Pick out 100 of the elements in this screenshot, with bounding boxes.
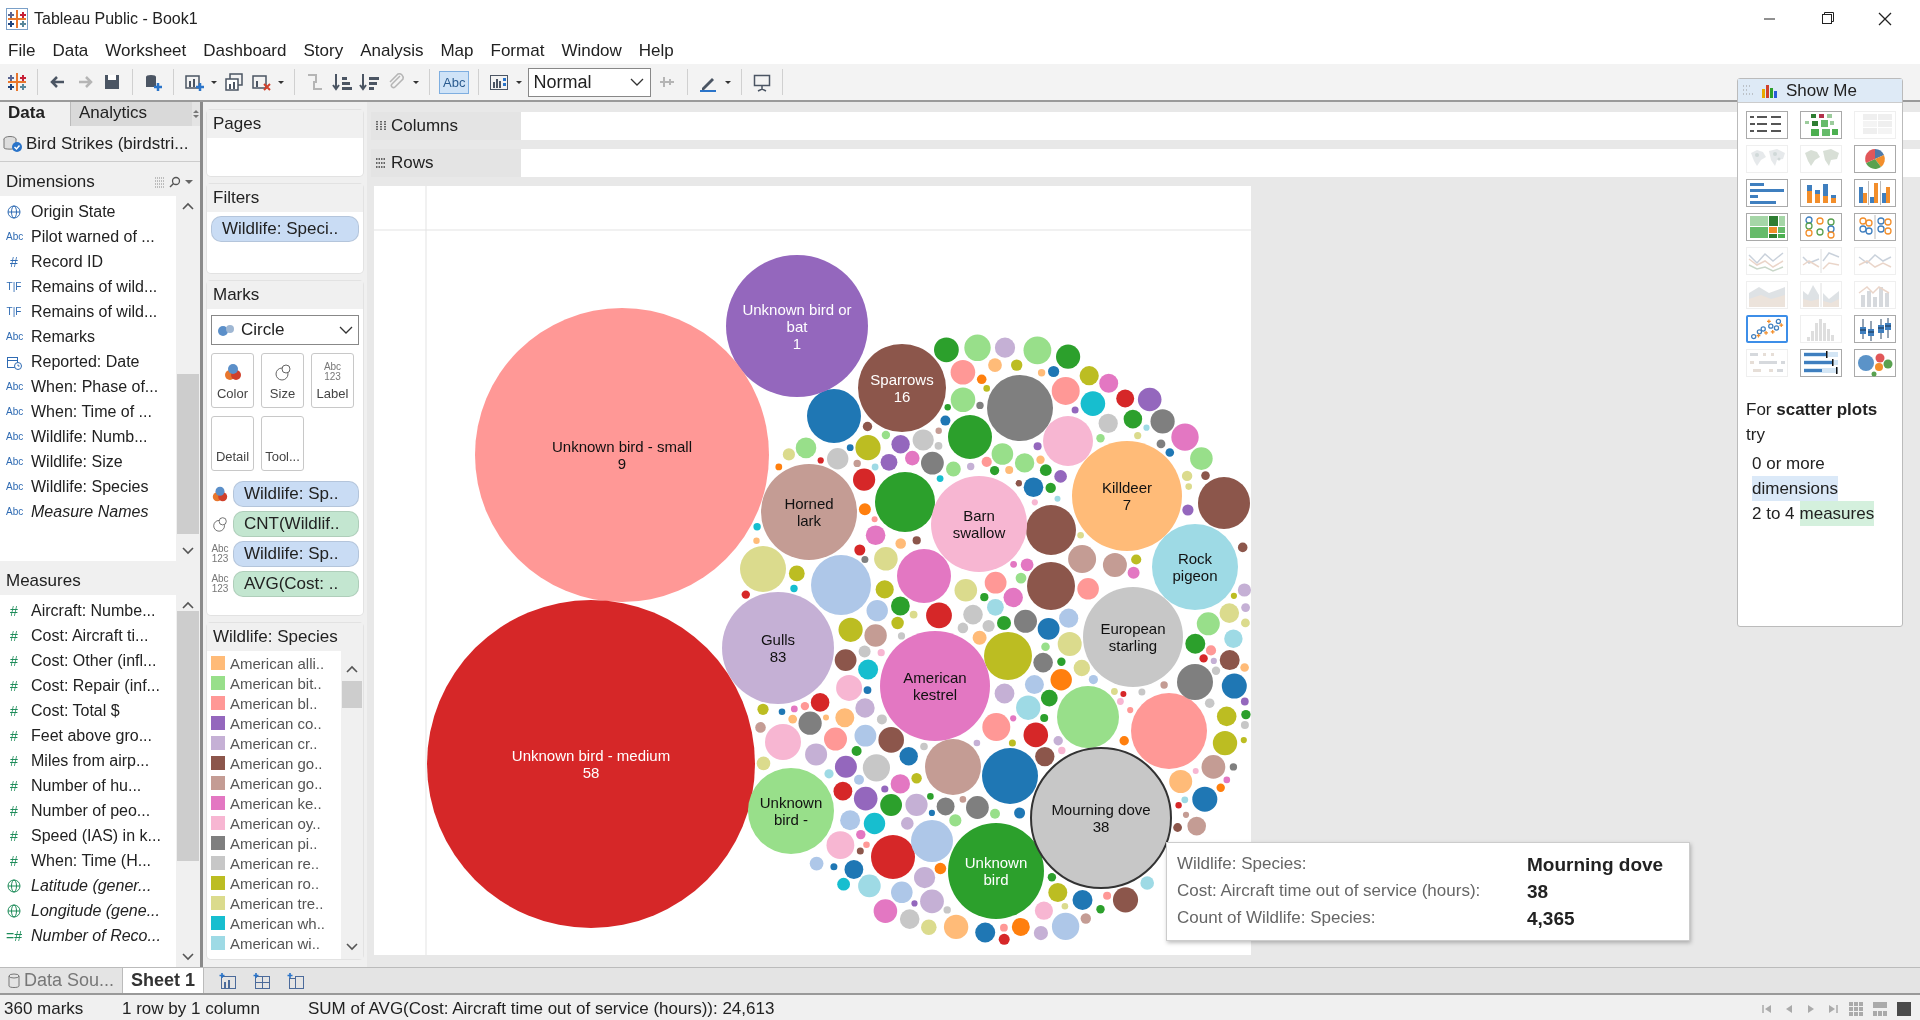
- section-title: Dimensions: [6, 172, 95, 192]
- marks-button[interactable]: Detail: [211, 416, 254, 471]
- bubble-label: American kestrel: [902, 669, 968, 703]
- menu-item[interactable]: Story: [303, 40, 344, 61]
- bubble-label: Unknown bird: [963, 854, 1029, 888]
- field-type-glyph: #: [9, 852, 19, 869]
- menu-item[interactable]: Data: [52, 40, 89, 61]
- field-type-glyph: #: [9, 752, 19, 769]
- window-title: Tableau Public - Book1: [34, 9, 198, 28]
- field-name[interactable]: Speed (IAS) in k...: [31, 826, 161, 845]
- field-type-glyph: #: [9, 702, 19, 719]
- field-name[interactable]: Wildlife: Species: [31, 477, 149, 496]
- legend-label[interactable]: American ro..: [230, 874, 320, 892]
- field-type-glyph: T|F: [6, 306, 22, 317]
- card-title: Pages: [207, 110, 363, 138]
- marks-button[interactable]: Abc 123 Label: [311, 353, 354, 408]
- legend-label[interactable]: American go..: [230, 774, 323, 792]
- legend-label[interactable]: American oy..: [230, 814, 321, 832]
- field-name[interactable]: Number of Reco...: [31, 926, 161, 945]
- shelf-label: Rows: [391, 153, 434, 173]
- legend-label[interactable]: American go..: [230, 754, 323, 772]
- bubble-label: Killdeer: [1101, 479, 1153, 496]
- field-name[interactable]: Number of hu...: [31, 776, 142, 795]
- bubble-label: Unknown bird -: [758, 794, 824, 828]
- show-labels-button[interactable]: Abc: [439, 70, 470, 94]
- field-name[interactable]: Remains of wild...: [31, 302, 158, 321]
- mark-type-dropdown[interactable]: Circle: [211, 315, 359, 345]
- field-name[interactable]: Cost: Total $: [31, 701, 120, 720]
- field-pill[interactable]: Wildlife: Sp..: [233, 481, 359, 507]
- field-name[interactable]: Reported: Date: [31, 352, 140, 371]
- field-name[interactable]: When: Phase of...: [31, 377, 159, 396]
- field-type-glyph: #: [9, 777, 19, 794]
- field-name[interactable]: Number of peo...: [31, 801, 151, 820]
- field-name[interactable]: When: Time of ...: [31, 402, 152, 421]
- field-name[interactable]: Origin State: [31, 202, 116, 221]
- menu-item[interactable]: Analysis: [360, 40, 424, 61]
- field-name[interactable]: Cost: Other (infl...: [31, 651, 157, 670]
- legend-label[interactable]: American tre..: [230, 894, 324, 912]
- field-name[interactable]: Remarks: [31, 327, 95, 346]
- panel-title: Show Me: [1786, 80, 1857, 101]
- field-pill[interactable]: Wildlife: Sp..: [233, 541, 359, 567]
- legend-label[interactable]: American cr..: [230, 734, 318, 752]
- legend-label[interactable]: American pi..: [230, 834, 318, 852]
- bubble-value: 7: [1121, 496, 1133, 513]
- requirement-text: 2 to 4: [1752, 503, 1795, 525]
- menu-item[interactable]: File: [8, 40, 36, 61]
- sheet-tab[interactable]: Sheet 1: [123, 968, 205, 993]
- field-name[interactable]: Remains of wild...: [31, 277, 158, 296]
- legend-label[interactable]: American bit..: [230, 674, 322, 692]
- legend-label[interactable]: American co..: [230, 714, 322, 732]
- field-type-glyph: #: [9, 602, 19, 619]
- legend-label[interactable]: American wi..: [230, 934, 321, 952]
- field-type-glyph: Abc: [6, 456, 22, 467]
- marks-button[interactable]: Color: [211, 353, 254, 408]
- marks-button[interactable]: Tool...: [261, 416, 304, 471]
- field-name[interactable]: Longitude (gene...: [31, 901, 160, 920]
- field-name[interactable]: Miles from airp...: [31, 751, 150, 770]
- field-name[interactable]: Pilot warned of ...: [31, 227, 155, 246]
- field-pill[interactable]: CNT(Wildlif..: [233, 511, 359, 537]
- marks-button[interactable]: Size: [261, 353, 304, 408]
- field-name[interactable]: When: Time (H...: [31, 851, 152, 870]
- requirement-tag: measures: [1799, 501, 1875, 526]
- tooltip-label: Count of Wildlife: Species:: [1177, 907, 1377, 929]
- bubble-label: Mourning dove: [1050, 801, 1152, 818]
- data-source-name[interactable]: Bird Strikes (birdstri...: [26, 133, 189, 154]
- menu-item[interactable]: Dashboard: [203, 40, 287, 61]
- bubble-value: 1: [791, 334, 803, 352]
- field-pill[interactable]: AVG(Cost: ..: [233, 571, 359, 597]
- pane-tab[interactable]: Analytics: [70, 102, 192, 126]
- menu-item[interactable]: Help: [638, 40, 674, 61]
- tooltip-label: Wildlife: Species:: [1177, 853, 1308, 875]
- menu-item[interactable]: Format: [490, 40, 545, 61]
- field-name[interactable]: Measure Names: [31, 502, 149, 521]
- pane-tab[interactable]: Data: [0, 102, 70, 126]
- field-name[interactable]: Wildlife: Size: [31, 452, 123, 471]
- tooltip-label: Cost: Aircraft time out of service (hours):: [1177, 880, 1482, 902]
- legend-label[interactable]: American re..: [230, 854, 320, 872]
- menu-item[interactable]: Window: [561, 40, 622, 61]
- legend-label[interactable]: American alli..: [230, 654, 325, 672]
- field-type-glyph: Abc: [6, 331, 22, 342]
- filter-pill[interactable]: Wildlife: Speci..: [211, 216, 359, 242]
- bubble-label: Sparrows: [869, 371, 935, 388]
- field-name[interactable]: Feet above gro...: [31, 726, 152, 745]
- bubble-value: 58: [581, 764, 601, 781]
- field-name[interactable]: Cost: Repair (inf...: [31, 676, 160, 695]
- bubble-label: Horned lark: [783, 495, 835, 529]
- field-name[interactable]: Aircraft: Numbe...: [31, 601, 156, 620]
- field-name[interactable]: Latitude (gener...: [31, 876, 152, 895]
- menu-item[interactable]: Worksheet: [105, 40, 187, 61]
- legend-label[interactable]: American wh..: [230, 914, 326, 932]
- fit-dropdown[interactable]: Normal: [528, 67, 652, 97]
- menu-item[interactable]: Map: [440, 40, 474, 61]
- field-type-glyph: #: [9, 727, 19, 744]
- field-name[interactable]: Record ID: [31, 252, 104, 271]
- bubble-label: Unknown bird - small: [550, 438, 693, 455]
- field-name[interactable]: Wildlife: Numb...: [31, 427, 148, 446]
- section-title: Measures: [6, 571, 81, 591]
- legend-label[interactable]: American ke..: [230, 794, 322, 812]
- field-name[interactable]: Cost: Aircraft ti...: [31, 626, 149, 645]
- legend-label[interactable]: American bl..: [230, 694, 318, 712]
